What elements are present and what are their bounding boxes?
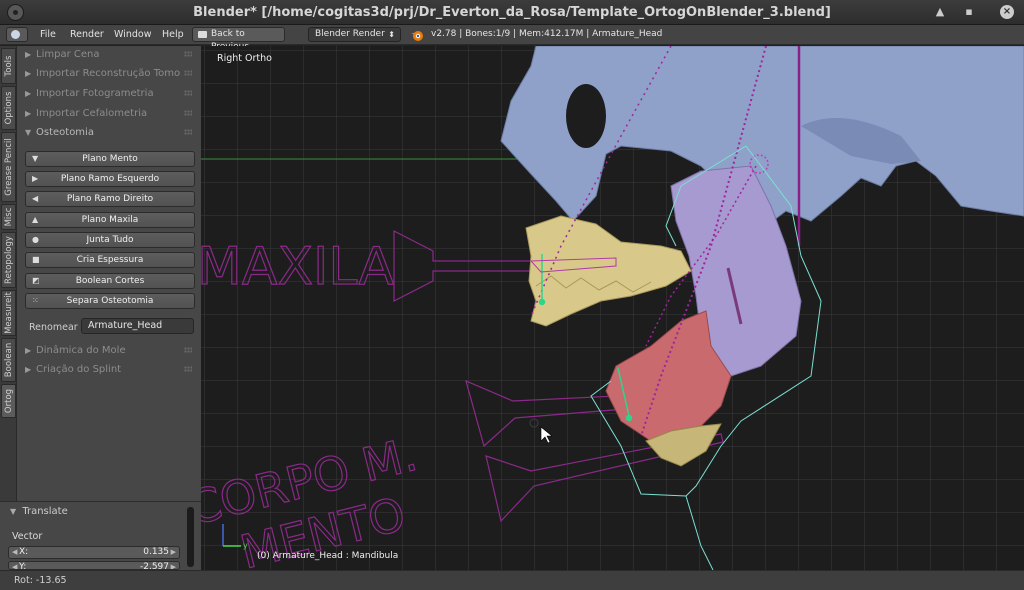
menu-help[interactable]: Help [162,29,184,40]
panel-dinamica-do-mole[interactable]: ▶ Dinâmica do Mole [17,342,201,360]
info-header: File Render Window Help Back to Previous… [0,25,1024,52]
panel-label: Dinâmica do Mole [36,345,126,356]
arrow-up-icon: ▲ [32,215,39,224]
expanded-triangle-icon: ▼ [25,128,32,137]
window-title: Blender* [/home/cogitas3d/prj/Dr_Everton… [193,5,831,20]
boolean-icon: ◩ [32,276,40,285]
panel-label: Osteotomia [36,127,94,138]
render-engine-value: Blender Render [315,29,385,39]
menu-render[interactable]: Render [70,29,104,40]
arrow-left-icon: ◀ [32,194,39,203]
plano-ramo-direito-button[interactable]: ◀ Plano Ramo Direito [25,191,195,207]
collapsed-triangle-icon: ▶ [25,69,32,78]
menu-window[interactable]: Window [114,29,151,40]
panel-label: Importar Reconstrução Tomo [36,68,181,79]
close-icon[interactable]: × [1000,5,1014,19]
join-icon: ● [32,235,39,244]
tool-shelf: ▶ Limpar Cena ▶ Importar Reconstrução To… [17,46,201,501]
panel-criacao-do-splint[interactable]: ▶ Criação do Splint [17,361,201,379]
tab-retopology[interactable]: Retopology [1,232,16,288]
drag-grip-icon[interactable] [184,70,192,76]
redo-panel: ▼ Translate Vector ◀ X: 0.135 ▶ ◀ Y: -2.… [0,501,201,570]
rename-label: Renomear : [29,322,84,333]
vector-y-field[interactable]: ◀ Y: -2.597 ▶ [8,561,180,570]
junta-tudo-button[interactable]: ● Junta Tudo [25,232,195,248]
separa-osteotomia-button[interactable]: ⁙ Separa Osteotomia [25,293,195,309]
restore-icon[interactable]: ▪ [962,5,976,19]
tab-options[interactable]: Options [1,86,16,130]
collapsed-triangle-icon: ▶ [25,89,32,98]
redo-panel-scrollbar[interactable] [187,507,194,567]
panel-limpar-cena[interactable]: ▶ Limpar Cena [17,46,201,64]
panel-label: Limpar Cena [36,49,100,60]
updown-arrows-icon: ⬍ [388,30,395,39]
solidify-icon: ■ [32,255,40,264]
panel-label: Criação do Splint [36,364,122,375]
drag-grip-icon[interactable] [184,90,192,96]
panel-importar-reconstrucao-tomo[interactable]: ▶ Importar Reconstrução Tomo [17,65,201,83]
blender-logo-icon [411,31,423,41]
collapsed-triangle-icon: ▶ [25,346,32,355]
orbit-cavity [566,84,606,148]
y-axis-label: y [243,541,248,550]
arrow-down-icon: ▼ [32,154,39,163]
tab-misc[interactable]: Misc [1,204,16,230]
drag-grip-icon[interactable] [184,110,192,116]
panel-label: Importar Cefalometria [36,108,148,119]
vector-x-field[interactable]: ◀ X: 0.135 ▶ [8,546,180,559]
3d-viewport[interactable]: MAXILA CORPO M. MENTO y Right Ortho (0) … [201,46,1024,570]
maxila-overlay-text: MAXILA [201,237,395,297]
cria-espessura-button[interactable]: ■ Cria Espessura [25,252,195,268]
panel-importar-cefalometria[interactable]: ▶ Importar Cefalometria [17,105,201,123]
panel-label: Importar Fotogrametria [36,88,154,99]
view-name-label: Right Ortho [217,53,272,64]
increment-icon[interactable]: ▶ [171,562,176,569]
tab-tools[interactable]: Tools [1,48,16,84]
back-to-previous-button[interactable]: Back to Previous [192,27,285,52]
screen-icon [198,31,207,38]
plano-mento-button[interactable]: ▼ Plano Mento [25,151,195,167]
rename-input[interactable]: Armature_Head [81,318,194,334]
panel-osteotomia[interactable]: ▼ Osteotomia [17,124,201,142]
collapsed-triangle-icon: ▶ [25,50,32,59]
plano-maxila-button[interactable]: ▲ Plano Maxila [25,212,195,228]
arrow-right-icon: ▶ [32,174,39,183]
redo-panel-header[interactable]: ▼ Translate [10,506,68,517]
viewport-canvas[interactable]: MAXILA CORPO M. MENTO y [201,46,1024,570]
increment-icon[interactable]: ▶ [171,547,176,558]
collapsed-triangle-icon: ▶ [25,109,32,118]
toolshelf-tabs: Tools Options Grease Pencil Misc Retopol… [0,46,17,570]
minimize-icon[interactable]: ▲ [933,5,947,19]
operator-title: Translate [22,506,68,517]
vector-label: Vector [12,531,43,542]
panel-importar-fotogrametria[interactable]: ▶ Importar Fotogrametria [17,85,201,103]
active-object-label: (0) Armature_Head : Mandibula [257,551,399,561]
drag-grip-icon[interactable] [184,129,192,135]
tab-boolean[interactable]: Boolean [1,338,16,382]
drag-grip-icon[interactable] [184,51,192,57]
plano-ramo-esquerdo-button[interactable]: ▶ Plano Ramo Esquerdo [25,171,195,187]
drag-grip-icon[interactable] [184,366,192,372]
tab-measureit[interactable]: Measureit [1,290,16,336]
title-bar: Blender* [/home/cogitas3d/prj/Dr_Everton… [0,0,1024,25]
tab-grease-pencil[interactable]: Grease Pencil [1,132,16,202]
drag-grip-icon[interactable] [184,347,192,353]
status-bar: Rot: -13.65 [0,570,1024,590]
render-engine-select[interactable]: Blender Render ⬍ [308,27,401,42]
scene-stats: v2.78 | Bones:1/9 | Mem:412.17M | Armatu… [431,29,663,39]
editor-type-icon[interactable] [6,27,28,42]
collapsed-triangle-icon: ▶ [25,365,32,374]
decrement-icon[interactable]: ◀ [12,562,17,569]
separate-icon: ⁙ [32,296,39,305]
decrement-icon[interactable]: ◀ [12,547,17,558]
boolean-cortes-button[interactable]: ◩ Boolean Cortes [25,273,195,289]
tab-ortog[interactable]: Ortog [1,384,16,418]
status-text: Rot: -13.65 [14,575,67,586]
menu-file[interactable]: File [40,29,56,40]
expanded-triangle-icon: ▼ [10,507,17,516]
